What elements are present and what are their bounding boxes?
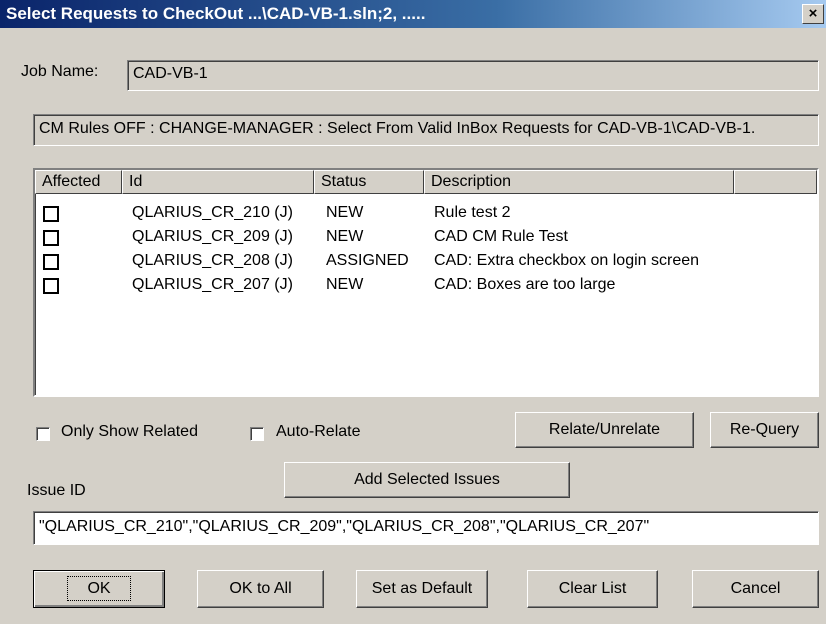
issue-id-label: Issue ID	[27, 482, 86, 499]
requery-label: Re-Query	[729, 421, 800, 438]
ok-button[interactable]: OK	[33, 570, 165, 608]
affected-checkbox[interactable]	[43, 278, 59, 294]
rules-status-field: CM Rules OFF : CHANGE-MANAGER : Select F…	[33, 114, 819, 146]
request-id: QLARIUS_CR_207 (J)	[132, 276, 293, 293]
job-name-field[interactable]: CAD-VB-1	[127, 60, 819, 91]
list-item[interactable]: QLARIUS_CR_209 (J) NEW CAD CM Rule Test	[35, 226, 817, 250]
window-title: Select Requests to CheckOut ...\CAD-VB-1…	[6, 4, 426, 23]
list-item[interactable]: QLARIUS_CR_210 (J) NEW Rule test 2	[35, 202, 817, 226]
request-status: NEW	[326, 228, 364, 245]
requery-button[interactable]: Re-Query	[710, 412, 819, 448]
column-description[interactable]: Description	[424, 170, 734, 194]
cancel-button[interactable]: Cancel	[692, 570, 819, 608]
title-bar[interactable]: Select Requests to CheckOut ...\CAD-VB-1…	[0, 0, 826, 28]
request-status: NEW	[326, 204, 364, 221]
ok-label: OK	[67, 576, 131, 601]
add-selected-issues-label: Add Selected Issues	[354, 471, 500, 488]
column-extra[interactable]	[734, 170, 817, 194]
only-show-related-label[interactable]: Only Show Related	[61, 423, 198, 441]
column-id[interactable]: Id	[122, 170, 314, 194]
list-header: Affected Id Status Description	[35, 170, 817, 194]
request-description: CAD CM Rule Test	[434, 228, 568, 245]
column-status[interactable]: Status	[314, 170, 424, 194]
add-selected-issues-button[interactable]: Add Selected Issues	[284, 462, 570, 498]
job-name-label: Job Name:	[21, 63, 99, 80]
request-description: CAD: Boxes are too large	[434, 276, 616, 293]
close-button[interactable]: ×	[802, 4, 824, 24]
affected-checkbox[interactable]	[43, 254, 59, 270]
auto-relate-label[interactable]: Auto-Relate	[276, 423, 361, 441]
auto-relate-checkbox[interactable]	[250, 427, 264, 441]
request-id: QLARIUS_CR_208 (J)	[132, 252, 293, 269]
affected-checkbox[interactable]	[43, 230, 59, 246]
requests-list[interactable]: Affected Id Status Description QLARIUS_C…	[33, 168, 819, 397]
relate-unrelate-button[interactable]: Relate/Unrelate	[515, 412, 694, 448]
request-status: NEW	[326, 276, 364, 293]
clear-list-button[interactable]: Clear List	[527, 570, 658, 608]
ok-to-all-label: OK to All	[229, 580, 292, 597]
affected-checkbox[interactable]	[43, 206, 59, 222]
list-item[interactable]: QLARIUS_CR_208 (J) ASSIGNED CAD: Extra c…	[35, 250, 817, 274]
rules-status-text: CM Rules OFF : CHANGE-MANAGER : Select F…	[39, 120, 756, 137]
only-show-related-checkbox[interactable]	[36, 427, 50, 441]
set-as-default-button[interactable]: Set as Default	[356, 570, 488, 608]
set-as-default-label: Set as Default	[371, 580, 473, 597]
list-item[interactable]: QLARIUS_CR_207 (J) NEW CAD: Boxes are to…	[35, 274, 817, 298]
ok-to-all-button[interactable]: OK to All	[197, 570, 324, 608]
request-id: QLARIUS_CR_210 (J)	[132, 204, 293, 221]
issue-id-input[interactable]: "QLARIUS_CR_210","QLARIUS_CR_209","QLARI…	[33, 511, 819, 545]
job-name-value: CAD-VB-1	[133, 65, 208, 82]
column-affected[interactable]: Affected	[35, 170, 122, 194]
request-status: ASSIGNED	[326, 252, 409, 269]
issue-id-value: "QLARIUS_CR_210","QLARIUS_CR_209","QLARI…	[39, 518, 650, 535]
cancel-label: Cancel	[730, 580, 781, 597]
request-description: Rule test 2	[434, 204, 511, 221]
clear-list-label: Clear List	[558, 580, 627, 597]
relate-unrelate-label: Relate/Unrelate	[548, 421, 661, 438]
request-id: QLARIUS_CR_209 (J)	[132, 228, 293, 245]
request-description: CAD: Extra checkbox on login screen	[434, 252, 700, 269]
